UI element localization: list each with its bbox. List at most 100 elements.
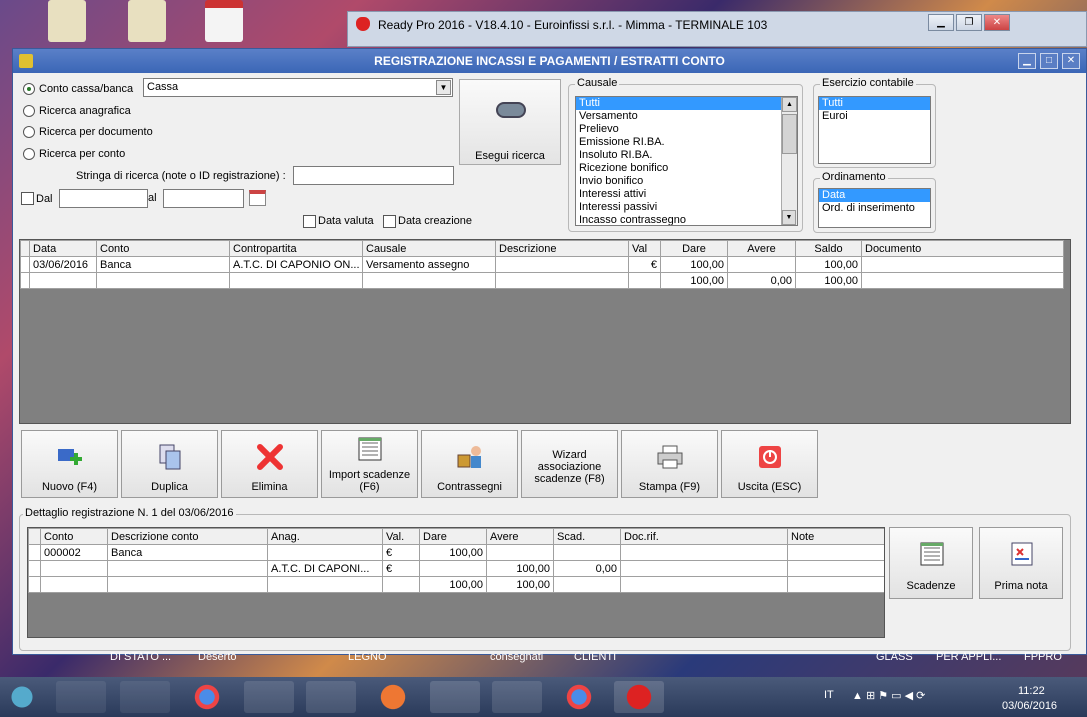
column-header[interactable]: Descrizione conto (107, 528, 268, 545)
table-cell[interactable]: 100,00 (419, 544, 487, 561)
column-header[interactable]: Avere (727, 240, 796, 257)
column-header[interactable]: Causale (362, 240, 496, 257)
table-cell[interactable]: 000002 (40, 544, 108, 561)
firefox-icon[interactable] (368, 681, 418, 713)
chevron-down-icon[interactable]: ▼ (436, 80, 451, 95)
ie-icon[interactable] (2, 681, 42, 713)
table-row[interactable]: 000002 Banca € 100,00 (28, 544, 884, 561)
uscita-button[interactable]: Uscita (ESC) (721, 430, 818, 498)
table-cell[interactable]: 0,00 (553, 560, 621, 577)
column-header[interactable]: Avere (486, 528, 554, 545)
ordinamento-list[interactable]: Data Ord. di inserimento (818, 188, 931, 228)
dal-checkbox[interactable] (21, 192, 34, 208)
column-header[interactable]: Descrizione (495, 240, 629, 257)
dal-date-input[interactable] (59, 189, 148, 208)
pdf-desktop-icon[interactable] (205, 0, 243, 42)
column-header[interactable]: Contropartita (229, 240, 363, 257)
column-header[interactable]: Dare (419, 528, 487, 545)
contrassegni-button[interactable]: Contrassegni (421, 430, 518, 498)
column-header[interactable]: Documento (861, 240, 1064, 257)
scroll-up-icon[interactable]: ▲ (782, 97, 797, 112)
table-cell[interactable]: 100,00 (660, 256, 728, 273)
list-item[interactable]: Interessi passivi (576, 201, 797, 214)
table-cell[interactable] (787, 544, 884, 561)
list-item[interactable]: Euroi (819, 110, 930, 123)
scrollbar[interactable]: ▲ ▼ (781, 97, 797, 225)
list-item[interactable]: Tutti (819, 97, 930, 110)
desktop-label[interactable]: PER APPLI... (936, 651, 1001, 663)
scroll-down-icon[interactable]: ▼ (782, 210, 796, 225)
table-cell[interactable] (486, 544, 554, 561)
wizard-button[interactable]: Wizard associazione scadenze (F8) (521, 430, 618, 498)
table-cell[interactable] (495, 256, 629, 273)
list-item[interactable]: Interessi attivi (576, 188, 797, 201)
al-date-input[interactable] (163, 189, 244, 208)
table-cell[interactable]: A.T.C. DI CAPONI... (267, 560, 383, 577)
table-row[interactable]: A.T.C. DI CAPONI... € 100,00 0,00 (28, 560, 884, 577)
word-icon[interactable] (430, 681, 480, 713)
calendar-icon[interactable] (249, 190, 266, 206)
main-close-button[interactable]: ✕ (1062, 53, 1080, 69)
column-header[interactable]: Doc.rif. (620, 528, 788, 545)
close-button[interactable]: ✕ (984, 14, 1010, 31)
table-cell[interactable] (107, 560, 268, 577)
desktop-icon[interactable] (48, 0, 86, 42)
table-cell[interactable] (40, 560, 108, 577)
table-cell[interactable] (787, 560, 884, 577)
data-creazione-checkbox[interactable] (383, 215, 396, 231)
table-cell[interactable] (553, 544, 621, 561)
elimina-button[interactable]: Elimina (221, 430, 318, 498)
table-cell[interactable]: Versamento assegno (362, 256, 496, 273)
radio-conto-cassa[interactable]: Conto cassa/banca (23, 83, 133, 95)
account-select[interactable]: Cassa ▼ (143, 78, 453, 97)
table-cell[interactable] (861, 256, 1064, 273)
main-maximize-button[interactable]: □ (1040, 53, 1058, 69)
table-cell[interactable] (727, 256, 796, 273)
radio-ricerca-documento[interactable]: Ricerca per documento (23, 126, 153, 138)
acrobat-icon[interactable] (492, 681, 542, 713)
chrome-icon[interactable] (182, 681, 232, 713)
nuovo-button[interactable]: Nuovo (F4) (21, 430, 118, 498)
outlook-icon[interactable] (244, 681, 294, 713)
table-cell[interactable]: € (382, 544, 420, 561)
list-item[interactable]: Data (819, 189, 930, 202)
column-header[interactable]: Conto (96, 240, 230, 257)
app-grid-icon[interactable] (306, 681, 356, 713)
esercizio-list[interactable]: Tutti Euroi (818, 96, 931, 164)
table-cell[interactable]: 100,00 (486, 560, 554, 577)
strawberry-icon[interactable] (614, 681, 664, 713)
column-header[interactable]: Saldo (795, 240, 862, 257)
maximize-button[interactable]: ❐ (956, 14, 982, 31)
causale-list[interactable]: Tutti Versamento Prelievo Emissione RI.B… (575, 96, 798, 226)
desktop-label[interactable]: FPPRO (1024, 651, 1062, 663)
prima-nota-button[interactable]: Prima nota (979, 527, 1063, 599)
table-row[interactable]: 03/06/2016 Banca A.T.C. DI CAPONIO ON...… (20, 256, 1064, 273)
data-valuta-checkbox[interactable] (303, 215, 316, 231)
table-cell[interactable] (620, 560, 788, 577)
table-cell[interactable]: € (382, 560, 420, 577)
esegui-ricerca-button[interactable]: Esegui ricerca (459, 79, 561, 165)
desktop-label[interactable]: LEGNO (348, 651, 387, 663)
table-cell[interactable]: A.T.C. DI CAPONIO ON... (229, 256, 363, 273)
desktop-label[interactable]: GLASS (876, 651, 913, 663)
main-grid[interactable]: Data Conto Contropartita Causale Descriz… (19, 239, 1071, 424)
stampa-button[interactable]: Stampa (F9) (621, 430, 718, 498)
table-cell[interactable]: Banca (107, 544, 268, 561)
clock-time[interactable]: 11:22 (1018, 685, 1045, 697)
scadenze-button[interactable]: Scadenze (889, 527, 973, 599)
column-header[interactable]: Dare (660, 240, 728, 257)
main-minimize-button[interactable]: ▁ (1018, 53, 1036, 69)
table-cell[interactable]: 100,00 (795, 256, 862, 273)
desktop-label[interactable]: Deserto (198, 651, 237, 663)
tray-icons[interactable]: ▲ ⊞ ⚑ ▭ ◀ ⟳ (852, 689, 925, 702)
desktop-label[interactable]: CLIENTI (574, 651, 616, 663)
list-item[interactable]: Invio bonifico (576, 175, 797, 188)
chrome-icon[interactable] (554, 681, 604, 713)
list-item[interactable]: Emissione RI.BA. (576, 136, 797, 149)
stringa-input[interactable] (293, 166, 454, 185)
column-header[interactable]: Conto (40, 528, 108, 545)
desktop-label[interactable]: DI STATO ... (110, 651, 171, 663)
list-item[interactable]: Incasso contrassegno (576, 214, 797, 225)
list-item[interactable]: Ricezione bonifico (576, 162, 797, 175)
radio-ricerca-conto[interactable]: Ricerca per conto (23, 148, 125, 160)
